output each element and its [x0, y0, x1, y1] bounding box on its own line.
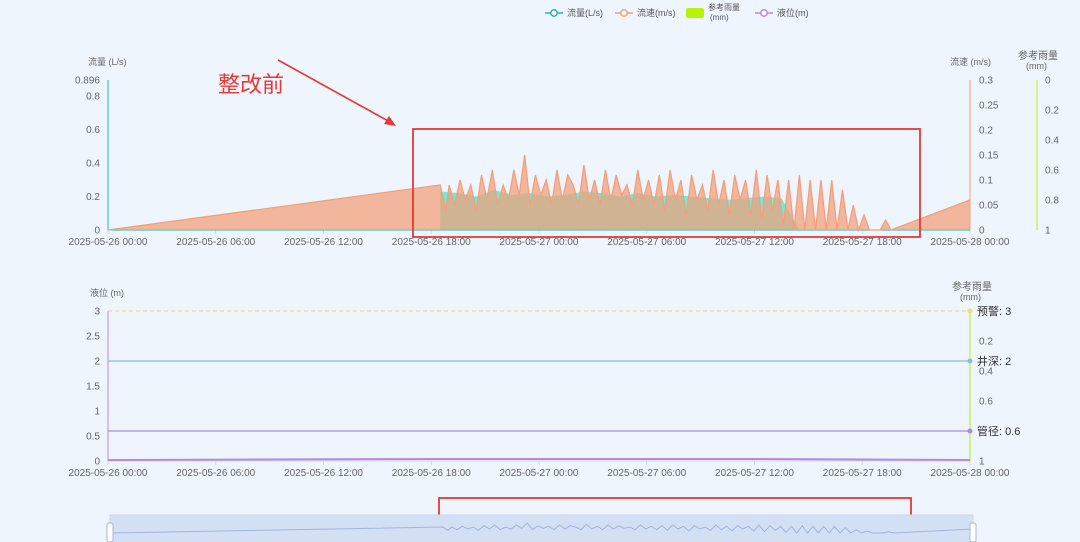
data-zoom-slider[interactable]	[106, 514, 977, 542]
flow-tick-label: 0.896	[75, 76, 100, 87]
flow-x-tick-label: 2025-05-26 06:00	[176, 237, 255, 248]
level-tick-label: 2	[94, 357, 100, 368]
flow-x-tick-label: 2025-05-26 00:00	[69, 237, 148, 248]
flow-tick-label: 0	[94, 226, 100, 237]
legend-label-level: 液位(m)	[777, 7, 809, 18]
rain2-tick-label: 0.2	[979, 337, 993, 348]
flow-tick-label: 0.6	[86, 125, 100, 136]
level-line	[107, 458, 971, 461]
rain-tick-label: 0.2	[1045, 106, 1059, 117]
level-tick-label: 2.5	[86, 332, 100, 343]
speed-tick-label: 0.3	[979, 76, 993, 87]
mark-line-label: 预警: 3	[977, 304, 1011, 318]
speed-axis-title: 流速 (m/s)	[950, 56, 991, 67]
level-axis-title: 液位 (m)	[90, 287, 124, 298]
level-x-tick-label: 2025-05-27 18:00	[823, 468, 902, 479]
annotation-arrow	[277, 59, 391, 123]
speed-tick-label: 0.15	[979, 151, 999, 162]
zoom-selection[interactable]	[110, 515, 973, 542]
rain2-tick-label: 0.6	[979, 397, 993, 408]
speed-tick-label: 0.25	[979, 101, 999, 112]
mark-line-endpoint	[967, 358, 973, 364]
mark-line-endpoint	[967, 308, 973, 314]
level-x-tick-label: 2025-05-26 00:00	[69, 468, 148, 479]
rain2-axis-title-2: (mm)	[960, 292, 981, 302]
flow-x-tick-label: 2025-05-27 06:00	[607, 237, 686, 248]
speed-tick-label: 0	[979, 226, 985, 237]
level-tick-label: 3	[94, 307, 100, 318]
annotation-arrowhead	[384, 116, 396, 126]
level-x-tick-label: 2025-05-26 12:00	[284, 468, 363, 479]
rain-tick-label: 0.6	[1045, 166, 1059, 177]
zoom-handle-right[interactable]	[969, 522, 977, 542]
flow-x-tick-label: 2025-05-28 00:00	[931, 237, 1010, 248]
zoom-handle-left[interactable]	[106, 522, 114, 542]
legend-label-rain-1: 参考雨量	[708, 2, 740, 12]
level-tick-label: 1	[94, 407, 100, 418]
level-x-tick-label: 2025-05-26 06:00	[176, 468, 255, 479]
rain-tick-label: 1	[1045, 226, 1051, 237]
rain-tick-label: 0	[1045, 76, 1051, 87]
flow-x-tick-label: 2025-05-26 12:00	[284, 237, 363, 248]
legend-item-flow[interactable]: 流量(L/s)	[545, 7, 603, 18]
level-tick-label: 1.5	[86, 382, 100, 393]
level-x-tick-label: 2025-05-28 00:00	[931, 468, 1010, 479]
rain-tick-label: 0.8	[1045, 196, 1059, 207]
level-x-tick-label: 2025-05-27 06:00	[607, 468, 686, 479]
flow-axis-title: 流量 (L/s)	[88, 56, 127, 67]
level-x-tick-label: 2025-05-27 12:00	[715, 468, 794, 479]
rain-tick-label: 0.4	[1045, 136, 1059, 147]
legend-label-flow: 流量(L/s)	[567, 7, 603, 18]
level-chart: 液位 (m) 参考雨量 (mm) 00.511.522.53 0.20.40.6…	[69, 280, 1021, 479]
legend-label-rain-2: (mm)	[710, 13, 729, 22]
mark-line-label: 井深: 2	[977, 354, 1011, 368]
annotation-text: 整改前	[218, 73, 284, 98]
level-tick-label: 0.5	[86, 432, 100, 443]
mark-line-endpoint	[967, 428, 973, 434]
legend-item-rain[interactable]: 参考雨量 (mm)	[686, 2, 740, 22]
flow-tick-label: 0.4	[86, 159, 100, 170]
flow-x-tick-label: 2025-05-27 18:00	[823, 237, 902, 248]
speed-tick-label: 0.2	[979, 126, 993, 137]
legend[interactable]: 流量(L/s) 流速(m/s) 参考雨量 (mm) 液位(m)	[545, 2, 809, 22]
chart-canvas: 流量(L/s) 流速(m/s) 参考雨量 (mm) 液位(m) 流量 (L/s)…	[69, 2, 1059, 542]
flow-x-tick-label: 2025-05-27 00:00	[500, 237, 579, 248]
level-x-tick-label: 2025-05-27 00:00	[500, 468, 579, 479]
level-tick-label: 0	[94, 457, 100, 468]
speed-area	[108, 155, 970, 230]
flow-tick-label: 0.8	[86, 92, 100, 103]
legend-label-speed: 流速(m/s)	[637, 7, 676, 18]
legend-item-speed[interactable]: 流速(m/s)	[615, 7, 676, 18]
mark-line-label: 管径: 0.6	[977, 424, 1020, 438]
flow-x-tick-label: 2025-05-26 18:00	[392, 237, 471, 248]
rain2-tick-label: 1	[979, 457, 985, 468]
speed-tick-label: 0.1	[979, 176, 993, 187]
legend-item-level[interactable]: 液位(m)	[755, 7, 809, 18]
speed-tick-label: 0.05	[979, 201, 999, 212]
flow-x-tick-label: 2025-05-27 12:00	[715, 237, 794, 248]
rain2-tick-label: 0.4	[979, 367, 993, 378]
level-x-tick-label: 2025-05-26 18:00	[392, 468, 471, 479]
rain-axis-title-2: (mm)	[1026, 61, 1047, 71]
flow-tick-label: 0.2	[86, 192, 100, 203]
